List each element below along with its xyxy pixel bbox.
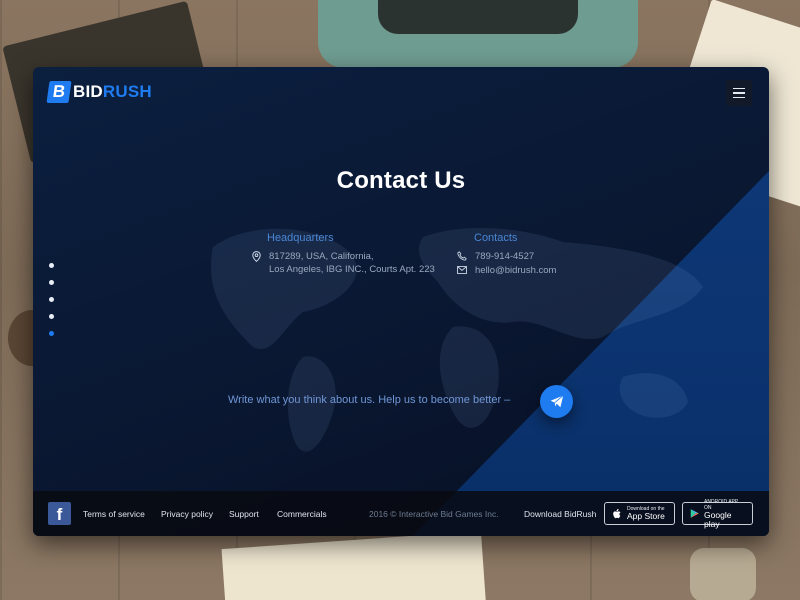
slide-dot-5-active[interactable] xyxy=(49,331,54,336)
footer: f Terms of service Privacy policy Suppor… xyxy=(33,491,769,536)
desk-typewriter-keys xyxy=(378,0,578,34)
slide-dot-2[interactable] xyxy=(49,280,54,285)
google-play-small-text: ANDROID APP ON xyxy=(704,498,739,511)
logo-mark: B xyxy=(46,81,72,103)
desk-jar xyxy=(690,548,756,600)
send-feedback-button[interactable] xyxy=(540,385,573,418)
paper-plane-icon xyxy=(550,395,563,408)
address-line-2: Los Angeles, IBG INC., Courts Apt. 223 xyxy=(269,264,435,275)
slide-dot-3[interactable] xyxy=(49,297,54,302)
headquarters-address: 817289, USA, California, Los Angeles, IB… xyxy=(251,250,435,276)
download-label: Download BidRush xyxy=(524,509,597,519)
footer-link-terms[interactable]: Terms of service xyxy=(83,509,145,519)
google-play-icon xyxy=(690,509,699,518)
headquarters-heading: Headquarters xyxy=(267,232,334,244)
hamburger-menu-button[interactable] xyxy=(726,80,752,106)
bidrush-logo[interactable]: B BIDRUSH xyxy=(46,81,152,103)
envelope-icon xyxy=(457,264,467,276)
page-title: Contact Us xyxy=(336,167,466,194)
slide-dot-1[interactable] xyxy=(49,263,54,268)
footer-link-commercials[interactable]: Commercials xyxy=(277,509,327,519)
logo-wordmark: BIDRUSH xyxy=(73,82,152,102)
desk-paper xyxy=(221,531,487,600)
apple-icon xyxy=(613,508,621,518)
contacts-heading: Contacts xyxy=(474,232,518,244)
slide-navigation xyxy=(49,263,54,336)
app-store-badge[interactable]: Download on the App Store xyxy=(604,502,675,525)
phone-icon xyxy=(457,250,467,262)
app-store-big-text: App Store xyxy=(627,511,665,521)
address-line-1: 817289, USA, California, xyxy=(269,251,374,262)
google-play-big-text: Google play xyxy=(704,509,732,529)
map-pin-icon xyxy=(251,250,261,262)
contact-email[interactable]: hello@bidrush.com xyxy=(457,264,556,277)
hamburger-icon xyxy=(733,87,745,90)
phone-number: 789-914-4527 xyxy=(475,251,535,262)
google-play-badge[interactable]: ANDROID APP ON Google play xyxy=(682,498,753,528)
footer-link-privacy[interactable]: Privacy policy xyxy=(161,509,213,519)
logo-text-rush: RUSH xyxy=(102,82,152,101)
logo-text-bid: BID xyxy=(73,82,103,101)
facebook-icon[interactable]: f xyxy=(48,502,71,525)
slide-dot-4[interactable] xyxy=(49,314,54,319)
contact-card: B BIDRUSH Contact Us Headquarters 817289… xyxy=(33,67,769,536)
copyright-text: 2016 © Interactive Bid Games Inc. xyxy=(369,509,499,519)
footer-link-support[interactable]: Support xyxy=(229,509,259,519)
email-address: hello@bidrush.com xyxy=(475,265,557,276)
contact-phone[interactable]: 789-914-4527 xyxy=(457,250,534,263)
feedback-prompt: Write what you think about us. Help us t… xyxy=(228,394,511,406)
